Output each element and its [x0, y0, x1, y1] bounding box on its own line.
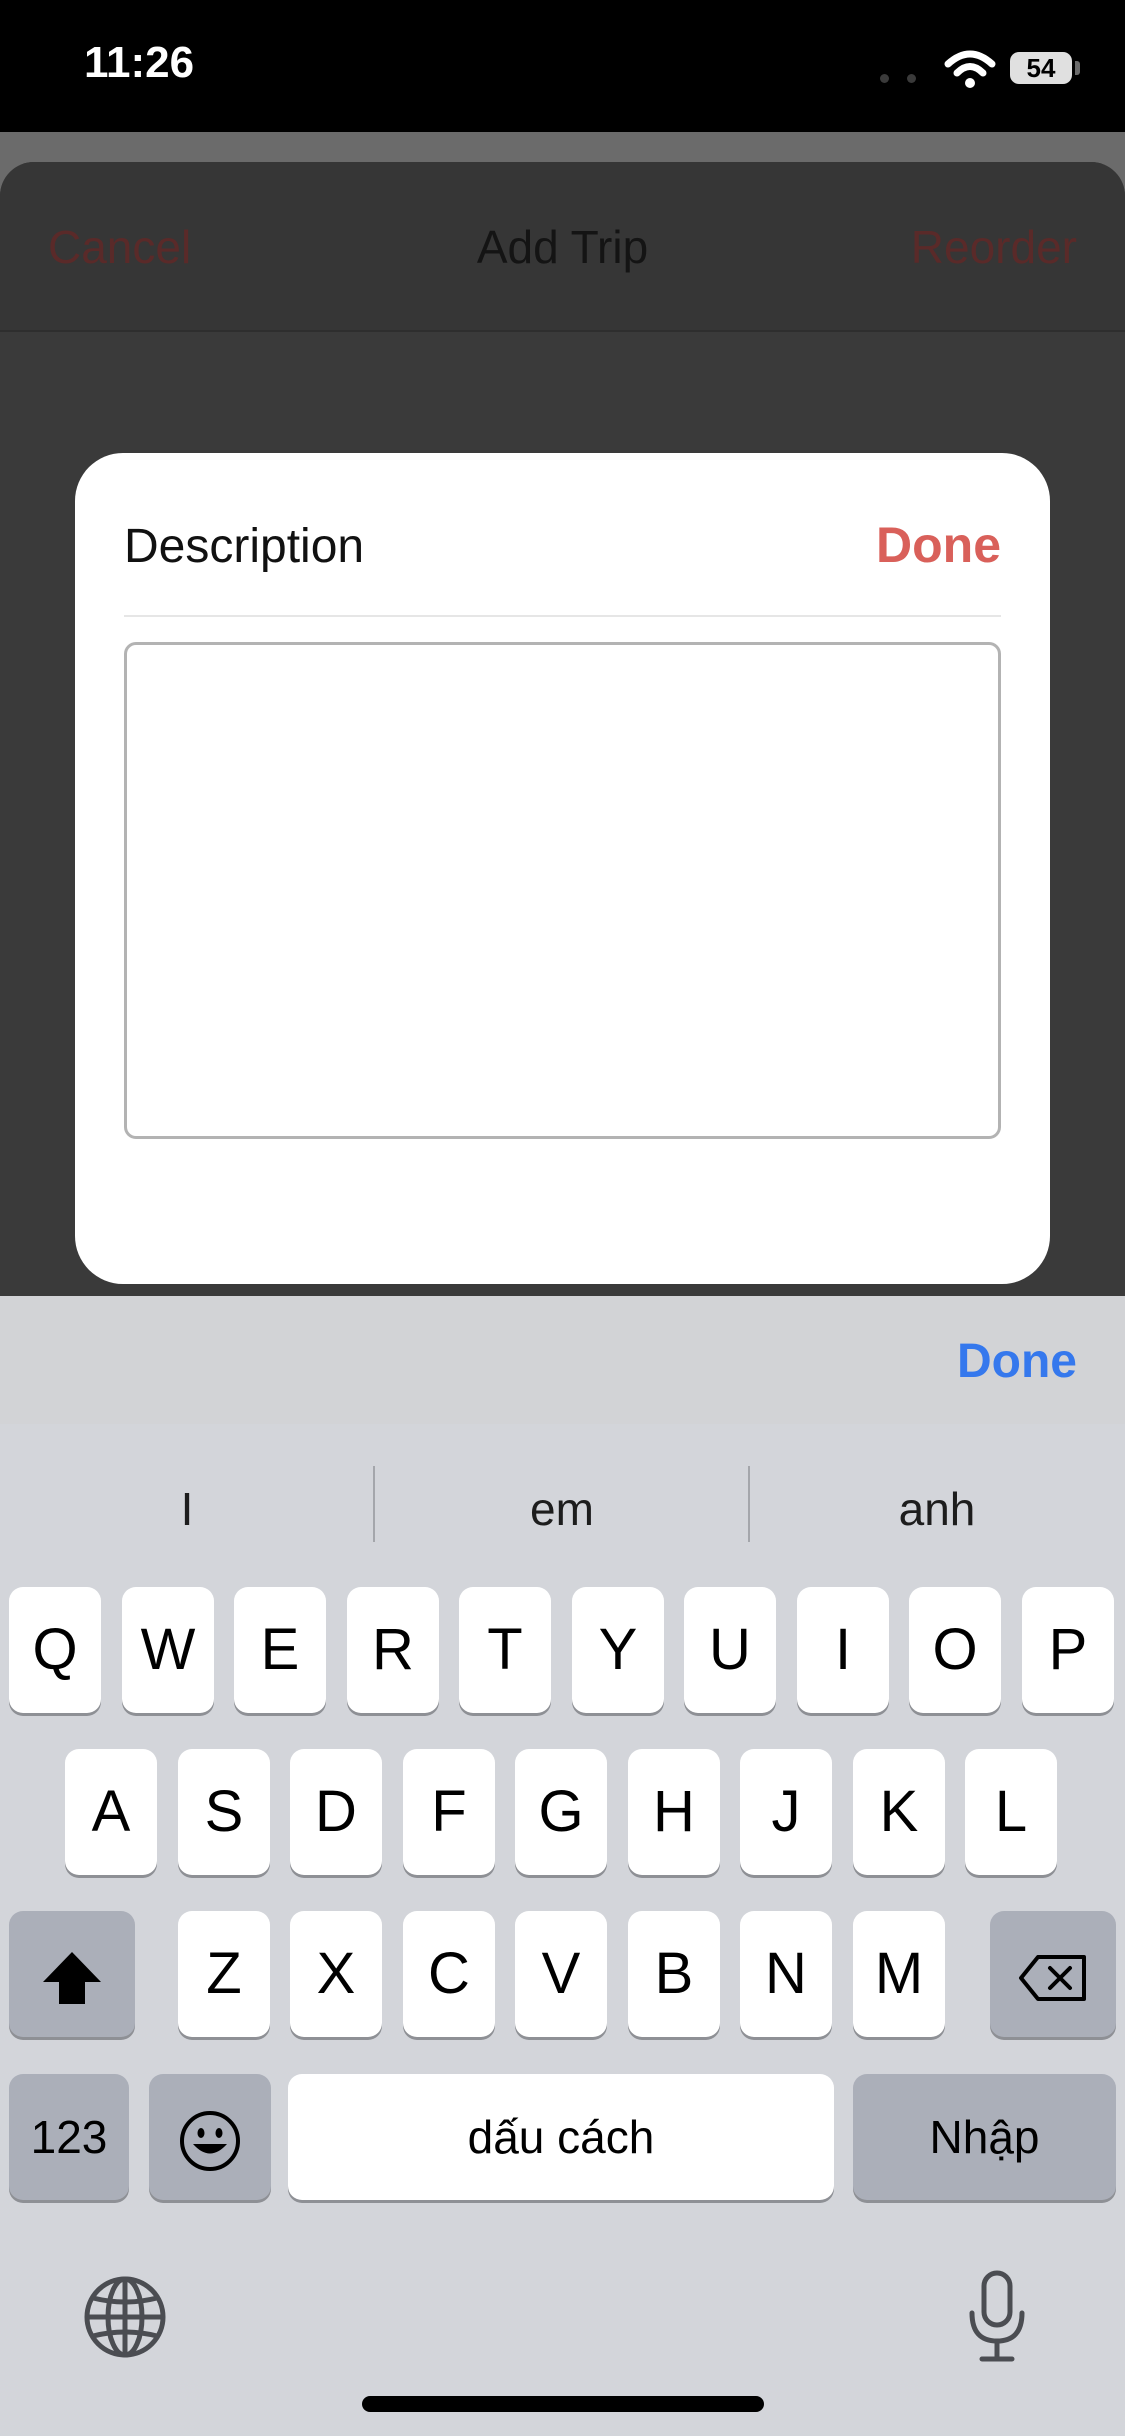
- microphone-icon[interactable]: [966, 2269, 1028, 2365]
- suggestion-3[interactable]: anh: [750, 1482, 1124, 1536]
- suggestion-1[interactable]: I: [0, 1482, 374, 1536]
- key-v[interactable]: V: [515, 1911, 607, 2037]
- globe-icon[interactable]: [82, 2274, 168, 2360]
- key-l[interactable]: L: [965, 1749, 1057, 1875]
- status-bar: 11:26 54: [0, 0, 1125, 132]
- key-i[interactable]: I: [797, 1587, 889, 1713]
- key-t[interactable]: T: [459, 1587, 551, 1713]
- key-m[interactable]: M: [853, 1911, 945, 2037]
- suggestion-2[interactable]: em: [375, 1482, 749, 1536]
- key-b[interactable]: B: [628, 1911, 720, 2037]
- key-a[interactable]: A: [65, 1749, 157, 1875]
- return-key[interactable]: Nhập: [853, 2074, 1116, 2200]
- wifi-icon: [944, 50, 996, 88]
- status-time: 11:26: [84, 38, 195, 87]
- keyboard-toolbar: Done: [0, 1296, 1125, 1424]
- key-y[interactable]: Y: [572, 1587, 664, 1713]
- cellular-signal-icon: [880, 70, 934, 88]
- key-q[interactable]: Q: [9, 1587, 101, 1713]
- battery-indicator: 54: [1010, 52, 1072, 84]
- key-k[interactable]: K: [853, 1749, 945, 1875]
- key-x[interactable]: X: [290, 1911, 382, 2037]
- description-dialog: Description Done: [75, 453, 1050, 1284]
- dialog-divider: [124, 615, 1001, 617]
- shift-icon: [43, 1951, 101, 2004]
- dialog-done-button[interactable]: Done: [876, 516, 1001, 574]
- home-indicator[interactable]: [362, 2396, 764, 2412]
- key-h[interactable]: H: [628, 1749, 720, 1875]
- key-f[interactable]: F: [403, 1749, 495, 1875]
- keyboard-done-button[interactable]: Done: [957, 1334, 1077, 1389]
- key-e[interactable]: E: [234, 1587, 326, 1713]
- space-key[interactable]: dấu cách: [288, 2074, 834, 2200]
- key-o[interactable]: O: [909, 1587, 1001, 1713]
- key-n[interactable]: N: [740, 1911, 832, 2037]
- dialog-title: Description: [124, 520, 365, 573]
- backspace-key[interactable]: [990, 1911, 1116, 2037]
- sheet-header: Cancel Add Trip Reorder: [0, 162, 1125, 332]
- key-j[interactable]: J: [740, 1749, 832, 1875]
- key-c[interactable]: C: [403, 1911, 495, 2037]
- key-p[interactable]: P: [1022, 1587, 1114, 1713]
- emoji-icon: [180, 2110, 240, 2171]
- key-u[interactable]: U: [684, 1587, 776, 1713]
- key-w[interactable]: W: [122, 1587, 214, 1713]
- key-z[interactable]: Z: [178, 1911, 270, 2037]
- description-textarea[interactable]: [124, 642, 1001, 1139]
- keyboard: I em anh Q W E R T Y U I O P A S D F G H…: [0, 1424, 1125, 2436]
- battery-cap: [1075, 61, 1080, 75]
- key-s[interactable]: S: [178, 1749, 270, 1875]
- key-d[interactable]: D: [290, 1749, 382, 1875]
- emoji-key[interactable]: [149, 2074, 271, 2200]
- key-g[interactable]: G: [515, 1749, 607, 1875]
- shift-key[interactable]: [9, 1911, 135, 2037]
- key-r[interactable]: R: [347, 1587, 439, 1713]
- backspace-icon: [1019, 1954, 1086, 2001]
- reorder-button[interactable]: Reorder: [911, 220, 1077, 274]
- numbers-key[interactable]: 123: [9, 2074, 129, 2200]
